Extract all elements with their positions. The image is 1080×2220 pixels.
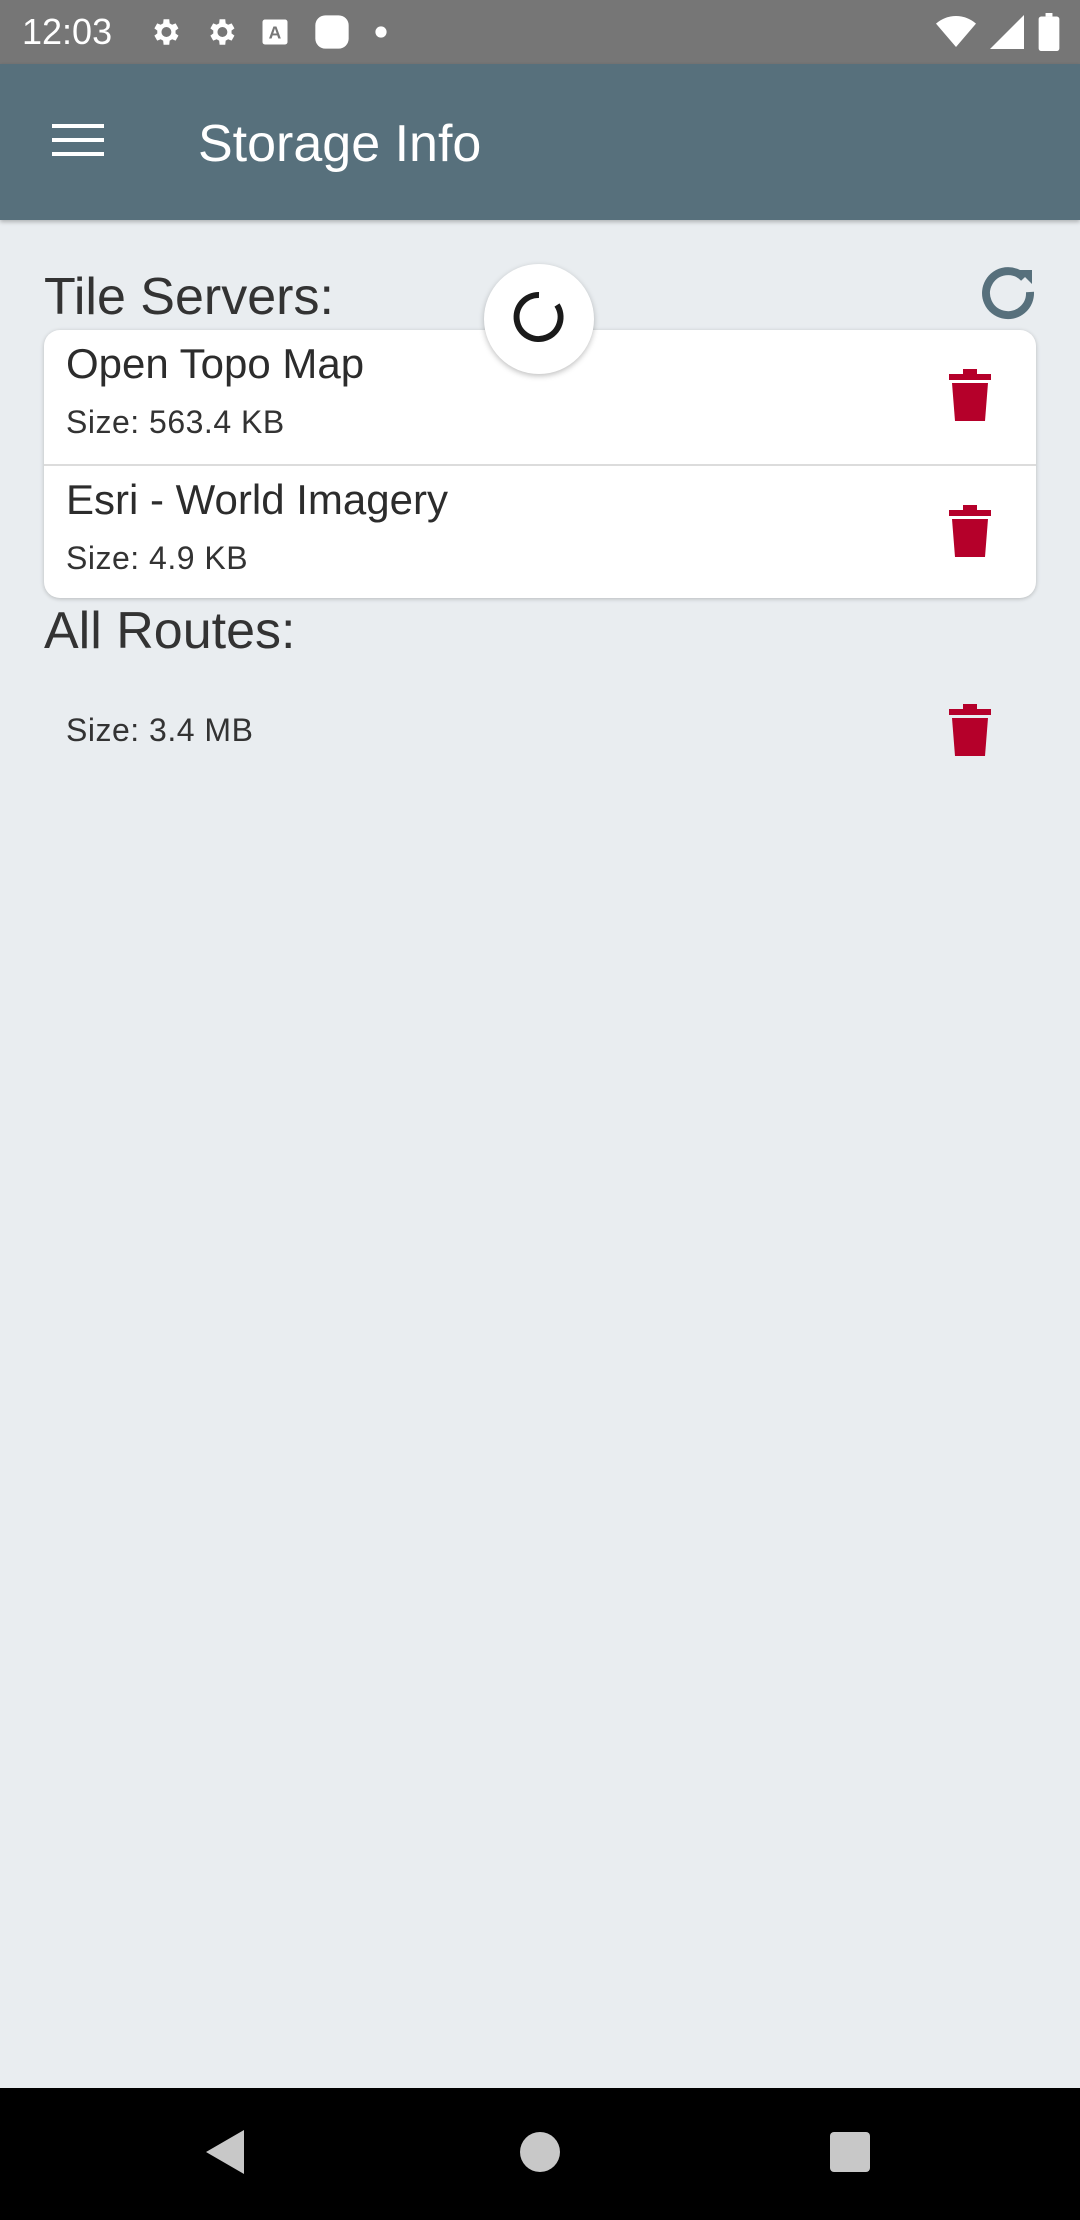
status-bar: 12:03 A bbox=[0, 0, 1080, 64]
status-notification-icons: A bbox=[148, 14, 410, 50]
hamburger-icon bbox=[52, 122, 104, 163]
wifi-icon bbox=[936, 14, 976, 50]
trash-icon bbox=[949, 504, 991, 562]
back-button[interactable] bbox=[186, 2114, 266, 2194]
gear-icon bbox=[148, 15, 182, 49]
gear-icon bbox=[204, 15, 238, 49]
refresh-icon bbox=[978, 262, 1038, 327]
text-a-icon: A bbox=[260, 17, 290, 47]
recents-icon bbox=[829, 2131, 871, 2178]
status-system-icons bbox=[922, 13, 1060, 51]
rounded-square-icon bbox=[312, 12, 352, 52]
server-name: Open Topo Map bbox=[66, 340, 365, 387]
cell-signal-icon bbox=[990, 15, 1024, 49]
dot-icon bbox=[374, 25, 388, 39]
recents-button[interactable] bbox=[810, 2114, 890, 2194]
trash-icon bbox=[949, 703, 991, 761]
routes-size: Size: 3.4 MB bbox=[66, 712, 254, 748]
navigation-bar bbox=[0, 2088, 1080, 2220]
status-time: 12:03 bbox=[22, 11, 113, 52]
all-routes-heading: All Routes: bbox=[44, 602, 296, 660]
page-title: Storage Info bbox=[198, 115, 482, 173]
delete-button[interactable] bbox=[930, 357, 1010, 437]
tile-servers-heading: Tile Servers: bbox=[44, 268, 334, 326]
trash-icon bbox=[949, 368, 991, 426]
battery-icon bbox=[1038, 13, 1060, 51]
server-size: Size: 4.9 KB bbox=[66, 540, 249, 576]
app-bar: Storage Info bbox=[0, 64, 1080, 220]
server-name: Esri - World Imagery bbox=[66, 476, 448, 523]
delete-routes-button[interactable] bbox=[930, 692, 1010, 772]
home-icon bbox=[519, 2131, 561, 2178]
server-size: Size: 563.4 KB bbox=[66, 404, 285, 440]
loading-spinner bbox=[484, 264, 594, 374]
back-icon bbox=[204, 2128, 248, 2181]
list-item: Esri - World Imagery Size: 4.9 KB bbox=[44, 464, 1036, 598]
spinner-icon bbox=[509, 287, 569, 352]
refresh-button[interactable] bbox=[968, 254, 1048, 334]
delete-button[interactable] bbox=[930, 493, 1010, 573]
home-button[interactable] bbox=[500, 2114, 580, 2194]
menu-button[interactable] bbox=[30, 106, 126, 178]
svg-text:A: A bbox=[269, 22, 282, 42]
